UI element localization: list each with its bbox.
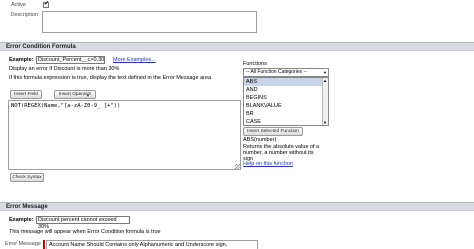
function-option-case[interactable]: CASE bbox=[244, 118, 328, 125]
function-list-scrollbar[interactable]: ▲ ▼ bbox=[322, 78, 328, 125]
error-example-box: Discount percent cannot exceed 30% bbox=[36, 216, 130, 230]
select-chevron-down-icon: ▼ bbox=[323, 70, 327, 75]
resize-grip-icon[interactable] bbox=[235, 164, 240, 169]
function-option-blankvalue[interactable]: BLANKVALUE bbox=[244, 102, 328, 110]
help-on-function-link[interactable]: Help on this function bbox=[243, 161, 293, 167]
error-message-title: Error Message bbox=[6, 204, 48, 210]
insert-selected-function-button[interactable]: Insert Selected Function bbox=[243, 127, 303, 136]
function-category-select[interactable]: -- All Function Categories -- ▼ bbox=[243, 68, 329, 77]
insert-field-button[interactable]: Insert Field bbox=[10, 90, 42, 99]
error-message-textarea[interactable]: Account Name Should Contains only Alphan… bbox=[46, 240, 258, 249]
scroll-down-icon[interactable]: ▼ bbox=[323, 120, 327, 125]
function-option-abs[interactable]: ABS bbox=[244, 78, 328, 86]
function-category-value: -- All Function Categories -- bbox=[246, 69, 307, 75]
active-label: Active bbox=[11, 2, 26, 8]
checkmark-icon: ✔ bbox=[44, 1, 50, 7]
description-textarea[interactable] bbox=[42, 11, 257, 33]
formula-instructions: If this formula expression is true, disp… bbox=[9, 75, 212, 81]
error-message-note: This message will appear when Error Cond… bbox=[9, 229, 161, 235]
scroll-up-icon[interactable]: ▲ bbox=[323, 78, 327, 83]
active-checkbox[interactable]: ✔ bbox=[43, 1, 50, 8]
example-formula-box: Discount_Percent__c>0.30 bbox=[36, 56, 105, 64]
error-condition-header: Error Condition Formula bbox=[0, 42, 474, 51]
error-message-header: Error Message bbox=[0, 202, 474, 211]
description-label: Description bbox=[10, 12, 38, 18]
error-message-value: Account Name Should Contains only Alphan… bbox=[49, 242, 228, 248]
function-option-br[interactable]: BR bbox=[244, 110, 328, 118]
more-examples-link[interactable]: More Examples... bbox=[113, 57, 156, 63]
function-option-and[interactable]: AND bbox=[244, 86, 328, 94]
error-example-label: Example: bbox=[9, 217, 34, 223]
functions-label: Functions bbox=[243, 61, 267, 67]
function-description: Returns the absolute value of a number, … bbox=[243, 144, 320, 162]
function-signature: ABS(number) bbox=[243, 137, 277, 143]
required-indicator bbox=[43, 240, 45, 249]
function-listbox[interactable]: ABS AND BEGINS BLANKVALUE BR CASE ▲ ▼ bbox=[243, 77, 329, 126]
operator-chevron-down-icon: ▼ bbox=[86, 93, 90, 98]
example-label: Example: bbox=[9, 57, 34, 63]
function-option-begins[interactable]: BEGINS bbox=[244, 94, 328, 102]
formula-editor[interactable]: NOT(REGEX(Name,"[a-zA-Z0-9_ ]+")) bbox=[8, 100, 241, 170]
check-syntax-button[interactable]: Check Syntax bbox=[10, 173, 44, 182]
error-message-label: Error Message bbox=[4, 241, 41, 247]
error-condition-title: Error Condition Formula bbox=[6, 44, 76, 50]
formula-text: NOT(REGEX(Name,"[a-zA-Z0-9_ ]+")) bbox=[11, 103, 121, 109]
example-description: Display an error if Discount is more tha… bbox=[9, 66, 120, 72]
